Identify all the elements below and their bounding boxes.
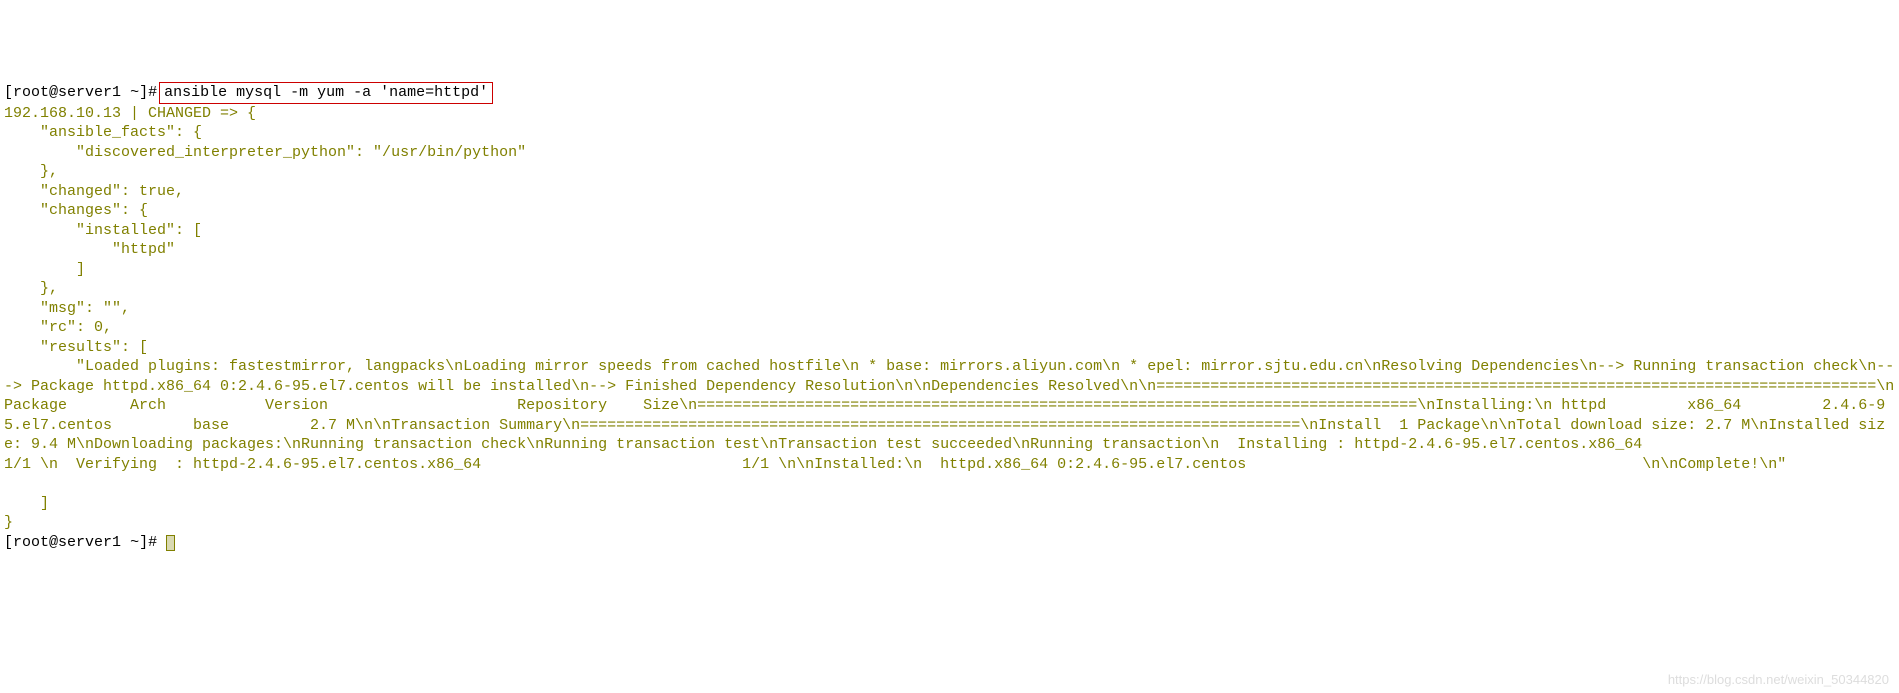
changes-close: }, <box>4 280 58 297</box>
changed-line: "changed": true, <box>4 183 184 200</box>
facts-close: }, <box>4 163 58 180</box>
rc-line: "rc": 0, <box>4 319 112 336</box>
installed-close: ] <box>4 261 85 278</box>
result-header: 192.168.10.13 | CHANGED => { <box>4 105 256 122</box>
outer-close: } <box>4 514 13 531</box>
results-open: "results": [ <box>4 339 148 356</box>
changes-open: "changes": { <box>4 202 148 219</box>
results-close: ] <box>4 495 49 512</box>
command-highlight: ansible mysql -m yum -a 'name=httpd' <box>159 82 493 104</box>
watermark: https://blog.csdn.net/weixin_50344820 <box>1668 672 1889 689</box>
terminal-output: [root@server1 ~]# ansible mysql -m yum -a… <box>4 82 1895 552</box>
prompt-1: [root@server1 ~]# <box>4 84 157 101</box>
prompt-2[interactable]: [root@server1 ~]# <box>4 534 166 551</box>
installed-open: "installed": [ <box>4 222 202 239</box>
facts-open: "ansible_facts": { <box>4 124 202 141</box>
command-text: ansible mysql -m yum -a 'name=httpd' <box>164 84 488 101</box>
msg-line: "msg": "", <box>4 300 130 317</box>
cursor[interactable] <box>166 535 175 551</box>
interpreter-line: "discovered_interpreter_python": "/usr/b… <box>4 144 526 161</box>
results-text: "Loaded plugins: fastestmirror, langpack… <box>4 357 1895 474</box>
httpd-line: "httpd" <box>4 241 175 258</box>
